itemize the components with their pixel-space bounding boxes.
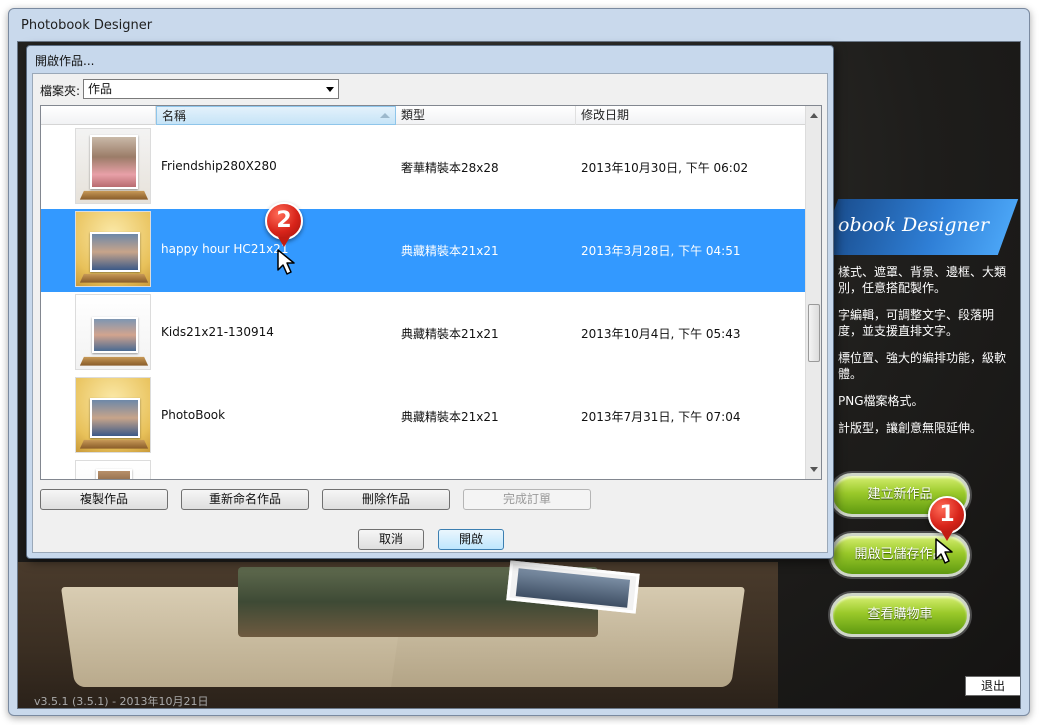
project-thumbnail (75, 460, 151, 479)
project-name: happy hour HC21x21 (161, 242, 289, 256)
folder-label: 檔案夾: (40, 84, 81, 98)
chevron-down-icon (326, 87, 334, 92)
feature-item: 計版型，讓創意無限延伸。 (838, 421, 983, 435)
project-modified: 2013年3月28日, 下午 04:51 (581, 244, 741, 258)
open-book-illustration (60, 560, 768, 687)
column-header-name-label: 名稱 (162, 109, 187, 123)
feature-item: 字編輯，可調整文字、段落明度，並支援直排文字。 (838, 308, 995, 338)
list-header: 名稱 類型 修改日期 (41, 106, 805, 125)
rename-project-button[interactable]: 重新命名作品 (181, 489, 309, 510)
feature-list: 樣式、遮罩、背景、邊框、大類別，任意搭配製作。 字編輯，可調整文字、段落明度，並… (838, 264, 1008, 447)
project-name: Kids21x21-130914 (161, 325, 274, 339)
project-type: 典藏精裝本21x21 (401, 244, 499, 258)
project-name: PhotoBook (161, 408, 226, 422)
open-project-dialog: 開啟作品... 檔案夾: 作品 名稱 類型 修改日期 Friendship280… (26, 45, 834, 559)
scroll-up-icon[interactable] (806, 108, 821, 124)
dialog-body: 檔案夾: 作品 名稱 類型 修改日期 Friendship280X280 奢華精… (32, 73, 828, 553)
version-label: v3.5.1 (3.5.1) - 2013年10月21日 (34, 695, 209, 708)
project-list: 名稱 類型 修改日期 Friendship280X280 奢華精裝本28x28 (40, 105, 822, 480)
project-modified: 2013年10月30日, 下午 06:02 (581, 161, 749, 175)
project-modified: 2013年10月4日, 下午 05:43 (581, 327, 741, 341)
feature-item: PNG檔案格式。 (838, 394, 924, 408)
project-thumbnail (75, 377, 151, 453)
project-type: 典藏精裝本21x21 (401, 327, 499, 341)
feature-item: 樣式、遮罩、背景、邊框、大類別，任意搭配製作。 (838, 265, 1007, 295)
sort-ascending-icon (380, 113, 390, 118)
copy-project-button[interactable]: 複製作品 (40, 489, 168, 510)
project-name: Friendship280X280 (161, 159, 277, 173)
project-thumbnail (75, 294, 151, 370)
list-item[interactable]: happy hour HC21x21 典藏精裝本21x21 2013年3月28日… (41, 209, 805, 292)
project-modified: 2013年7月31日, 下午 07:04 (581, 410, 741, 424)
scroll-down-icon[interactable] (806, 461, 821, 477)
cancel-button[interactable]: 取消 (358, 529, 424, 550)
column-header-type[interactable]: 類型 (396, 106, 576, 125)
project-type: 典藏精裝本21x21 (401, 410, 499, 424)
list-item[interactable]: Friendship280X280 奢華精裝本28x28 2013年10月30日… (41, 126, 805, 209)
list-item[interactable]: Kids21x21-130914 典藏精裝本21x21 2013年10月4日, … (41, 292, 805, 375)
open-button[interactable]: 開啟 (438, 529, 504, 550)
project-type: 奢華精裝本28x28 (401, 161, 499, 175)
exit-button[interactable]: 退出 (965, 676, 1020, 696)
list-item[interactable]: PhotoBook 典藏精裝本21x21 2013年7月31日, 下午 07:0… (41, 375, 805, 458)
list-scrollbar[interactable] (805, 106, 821, 479)
scrollbar-thumb[interactable] (808, 304, 820, 362)
mouse-cursor-icon (935, 538, 953, 564)
brand-banner-text: obook Designer (838, 214, 990, 236)
project-thumbnail (75, 128, 151, 204)
folder-dropdown-value: 作品 (88, 82, 113, 96)
column-thumbnail (41, 106, 156, 125)
feature-item: 標位置、強大的編排功能，級軟體。 (838, 351, 1007, 381)
mouse-cursor-icon (277, 249, 295, 275)
dialog-title: 開啟作品... (35, 54, 95, 68)
column-header-modified[interactable]: 修改日期 (576, 106, 805, 125)
window-title: Photobook Designer (21, 18, 153, 33)
project-thumbnail (75, 211, 151, 287)
step-badge-1: 1 (928, 496, 966, 541)
folder-dropdown[interactable]: 作品 (83, 79, 339, 99)
step-badge-2: 2 (265, 202, 303, 247)
finish-order-button[interactable]: 完成訂單 (463, 489, 591, 510)
column-header-name[interactable]: 名稱 (156, 106, 396, 125)
list-item[interactable] (41, 458, 805, 479)
view-cart-button[interactable]: 查看購物車 (830, 593, 970, 637)
delete-project-button[interactable]: 刪除作品 (322, 489, 450, 510)
